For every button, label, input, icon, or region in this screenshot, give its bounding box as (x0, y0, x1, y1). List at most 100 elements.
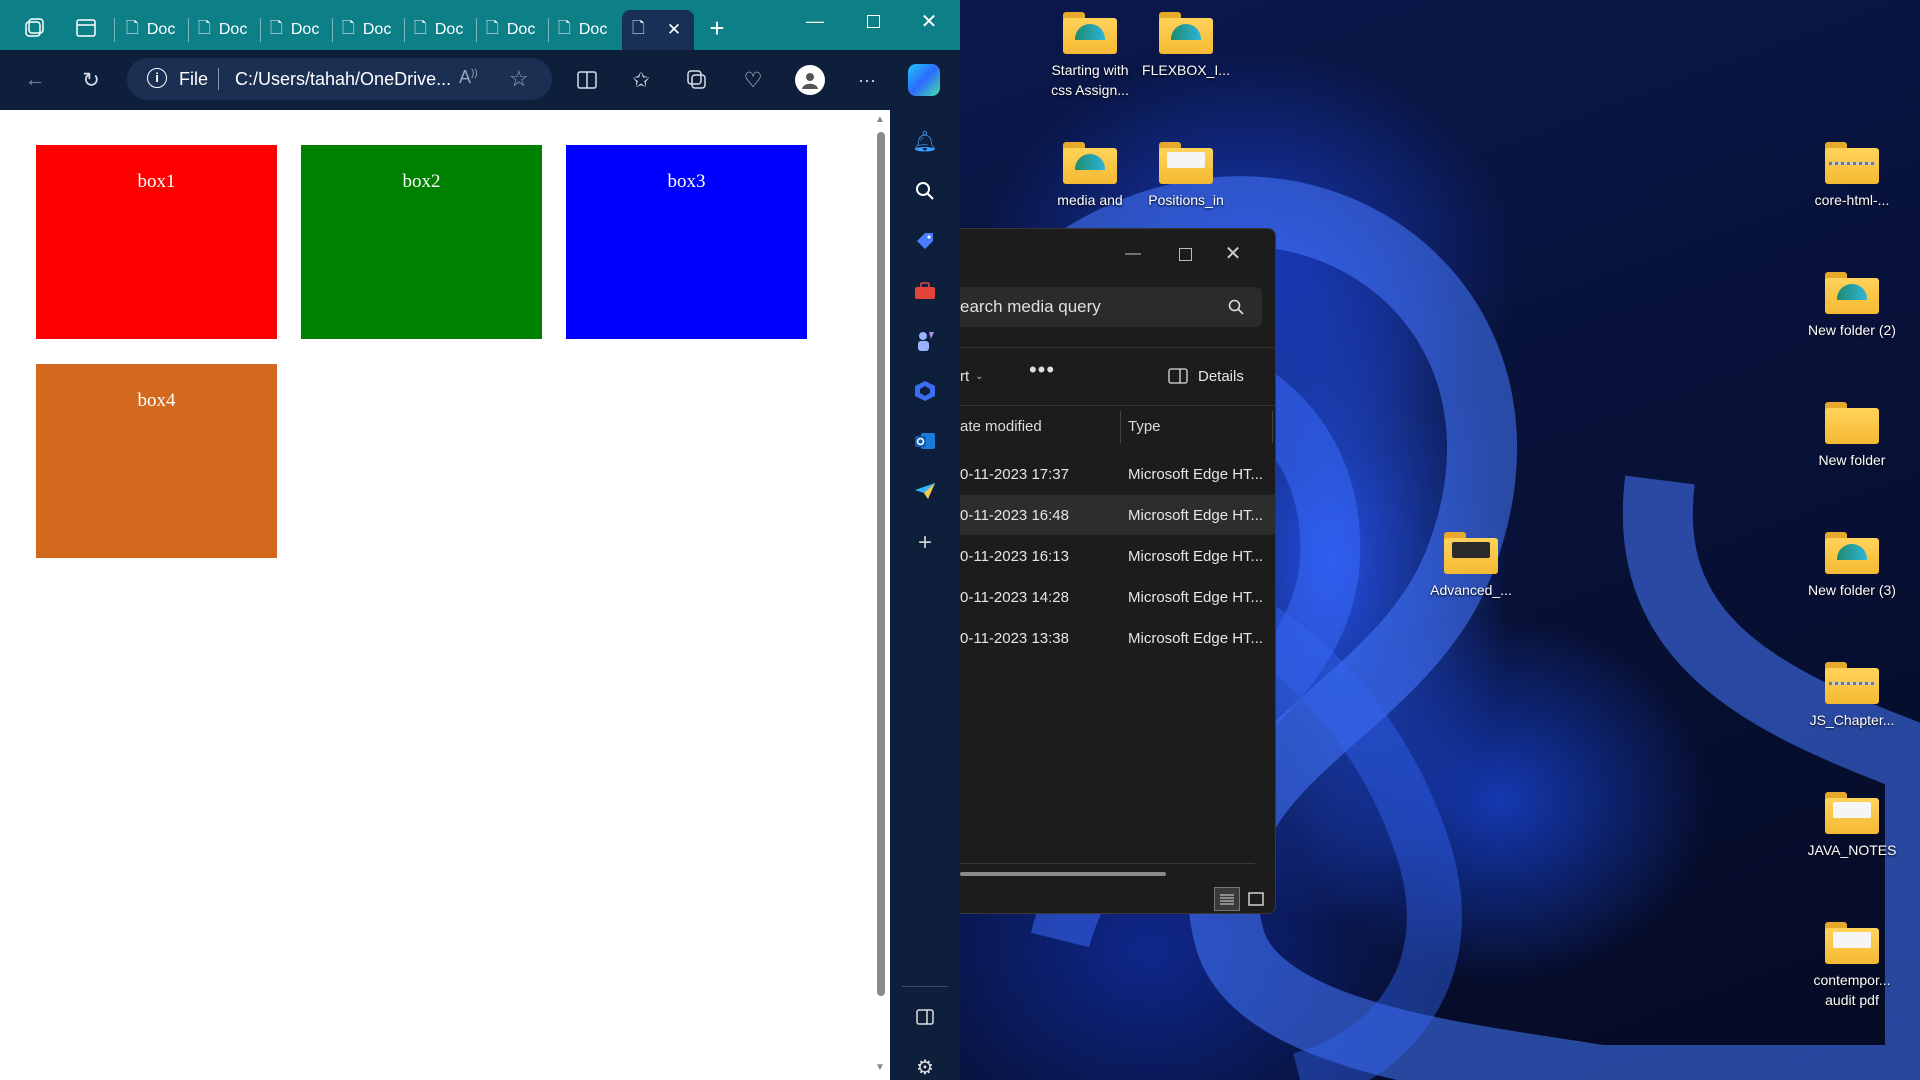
file-date: 0-11-2023 16:48 (960, 506, 1069, 524)
browser-tab[interactable]: 🗋 Doc (332, 10, 404, 50)
browser-tab[interactable]: 🗋 Doc (260, 10, 332, 50)
shopping-tag-icon[interactable] (908, 224, 942, 258)
desktop-icon-new-folder[interactable]: New folder (1802, 402, 1902, 470)
sidebar-divider (902, 986, 948, 987)
file-explorer-window[interactable]: — ✕ earch media query rt ⌄ ••• Details a… (960, 228, 1276, 914)
desktop-icon-advanced[interactable]: Advanced_... (1421, 532, 1521, 600)
desktop-icon-positions-in[interactable]: Positions_in (1136, 142, 1236, 210)
horizontal-scrollbar[interactable] (960, 872, 1166, 876)
maximize-button[interactable] (850, 6, 896, 36)
zip-folder-icon (1825, 662, 1879, 704)
back-arrow-icon[interactable]: ← (18, 63, 52, 97)
desktop-icon-core-html[interactable]: core-html-... (1802, 142, 1902, 210)
desktop-icon-new-folder-3[interactable]: New folder (3) (1802, 532, 1902, 600)
browser-tab[interactable]: 🗋 Doc (548, 10, 620, 50)
copilot-icon[interactable] (908, 64, 940, 96)
info-icon[interactable]: i (147, 68, 167, 88)
desktop-icon-new-folder-2[interactable]: New folder (2) (1802, 272, 1902, 340)
file-row[interactable]: 0-11-2023 16:13 Microsoft Edge HT... (960, 536, 1275, 576)
file-row[interactable]: 0-11-2023 17:37 Microsoft Edge HT... (960, 454, 1275, 494)
minimize-button[interactable]: — (792, 6, 838, 36)
document-icon: 🗋 (414, 19, 427, 37)
favorite-star-icon[interactable]: ☆ (509, 66, 529, 92)
box3: box3 (566, 145, 807, 339)
file-type: Microsoft Edge HT... (1128, 588, 1264, 606)
file-row[interactable]: 0-11-2023 13:38 Microsoft Edge HT... (960, 618, 1275, 658)
column-header-date-modified[interactable]: ate modified (960, 418, 1042, 435)
maximize-button[interactable] (1170, 243, 1200, 265)
tools-briefcase-icon[interactable] (908, 274, 942, 308)
desktop-icon-label: JAVA_NOTES (1807, 842, 1897, 858)
profile-avatar[interactable] (795, 65, 825, 95)
scrollbar-thumb[interactable] (877, 132, 885, 996)
tab-title: Doc (434, 21, 464, 38)
edge-browser-window[interactable]: 🗋 Doc 🗋 Doc 🗋 Doc 🗋 Doc 🗋 Doc 🗋 Doc 🗋 Doc 🗋 ✕ (0, 0, 960, 1080)
microsoft-365-icon[interactable] (908, 374, 942, 408)
games-icon[interactable] (908, 324, 942, 358)
desktop-icon-contemporary-audit[interactable]: contempor... audit pdf (1802, 922, 1902, 1010)
tab-separator (114, 18, 115, 42)
sort-button[interactable]: rt ⌄ (960, 361, 984, 391)
tab-actions-button[interactable] (72, 14, 100, 42)
browser-tab[interactable]: 🗋 Doc (404, 10, 476, 50)
folder-icon (1825, 922, 1879, 964)
desktop-icon-flexbox[interactable]: FLEXBOX_I... (1136, 12, 1236, 80)
browser-essentials-icon[interactable]: ♡ (736, 63, 770, 97)
document-icon: 🗋 (270, 19, 283, 37)
desktop-icon-label: New folder (3) (1808, 582, 1896, 598)
file-row[interactable]: 0-11-2023 14:28 Microsoft Edge HT... (960, 577, 1275, 617)
workspaces-button[interactable] (20, 14, 48, 42)
close-tab-icon[interactable]: ✕ (667, 20, 681, 40)
browser-tab[interactable]: 🗋 Doc (476, 10, 548, 50)
document-icon: 🗋 (198, 19, 211, 37)
desktop-icon-java-notes[interactable]: JAVA_NOTES (1802, 792, 1902, 860)
box4: box4 (36, 364, 277, 558)
minimize-button[interactable]: — (1118, 245, 1148, 265)
more-options-icon[interactable]: ··· (850, 63, 884, 97)
scroll-down-icon[interactable]: ▼ (875, 1062, 885, 1073)
folder-icon (1444, 532, 1498, 574)
settings-gear-icon[interactable]: ⚙ (908, 1050, 942, 1080)
divider (960, 863, 1255, 864)
column-divider[interactable] (1272, 411, 1273, 443)
outlook-icon[interactable] (908, 424, 942, 458)
tab-title: Doc (218, 21, 248, 38)
read-aloud-icon[interactable]: A)) (459, 67, 478, 88)
desktop-icon-js-chapter[interactable]: JS_Chapter... (1802, 662, 1902, 730)
search-icon[interactable] (908, 174, 942, 208)
column-header-type[interactable]: Type (1128, 418, 1161, 435)
details-pane-button[interactable]: Details (1168, 361, 1244, 391)
hide-sidebar-icon[interactable] (908, 1000, 942, 1034)
search-box[interactable]: earch media query (960, 287, 1262, 327)
file-type: Microsoft Edge HT... (1128, 547, 1264, 565)
file-row-hovered[interactable]: 0-11-2023 16:48 Microsoft Edge HT... (960, 495, 1275, 535)
browser-tab[interactable]: 🗋 Doc (116, 10, 186, 50)
split-screen-icon[interactable] (570, 63, 604, 97)
drop-send-icon[interactable] (908, 474, 942, 508)
new-tab-button[interactable]: + (704, 15, 730, 42)
desktop-icon-starting-with-css[interactable]: Starting with css Assign... (1040, 12, 1140, 100)
tab-title: Doc (578, 21, 608, 38)
scroll-up-icon[interactable]: ▲ (875, 114, 885, 125)
favorites-icon[interactable]: ✩ (624, 63, 658, 97)
address-url[interactable]: C:/Users/tahah/OneDrive... (235, 69, 451, 90)
column-divider[interactable] (1120, 411, 1121, 443)
search-input[interactable]: earch media query (960, 297, 1101, 317)
refresh-icon[interactable]: ↻ (74, 63, 108, 97)
desktop-icon-media-and[interactable]: media and (1040, 142, 1140, 210)
browser-toolbar: ← ↻ i File C:/Users/tahah/OneDrive... A)… (0, 50, 960, 110)
document-icon: 🗋 (632, 19, 645, 37)
close-button[interactable]: ✕ (906, 6, 952, 36)
vertical-scrollbar[interactable]: ▲ ▼ (874, 114, 888, 1076)
browser-tab[interactable]: 🗋 Doc (188, 10, 260, 50)
close-button[interactable]: ✕ (1218, 241, 1248, 265)
notification-bell-icon[interactable]: 🔔︎ (908, 124, 942, 158)
details-view-button[interactable] (1214, 887, 1240, 911)
more-options-icon[interactable]: ••• (1022, 357, 1062, 387)
file-date: 0-11-2023 14:28 (960, 588, 1069, 606)
add-sidebar-app-icon[interactable]: + (908, 526, 942, 560)
collections-icon[interactable] (680, 63, 714, 97)
large-icons-view-button[interactable] (1244, 887, 1268, 911)
browser-tab-active[interactable]: 🗋 ✕ (622, 10, 694, 50)
address-bar[interactable]: i File C:/Users/tahah/OneDrive... A)) ☆ (127, 58, 552, 100)
